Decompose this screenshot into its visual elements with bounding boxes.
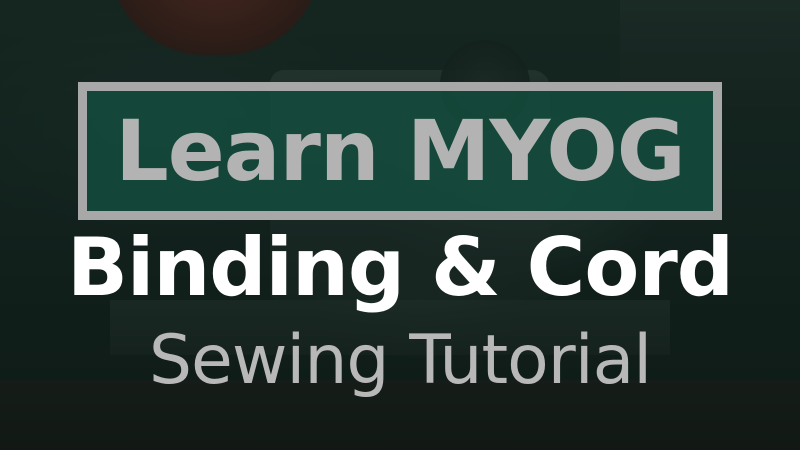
title-text: Learn MYOG: [115, 102, 685, 200]
title-box: Learn MYOG: [78, 82, 722, 220]
subtitle-text: Sewing Tutorial: [148, 321, 652, 400]
thumbnail: Learn MYOG Binding & Cord Sewing Tutoria…: [0, 0, 800, 450]
headline-text: Binding & Cord: [66, 221, 734, 314]
